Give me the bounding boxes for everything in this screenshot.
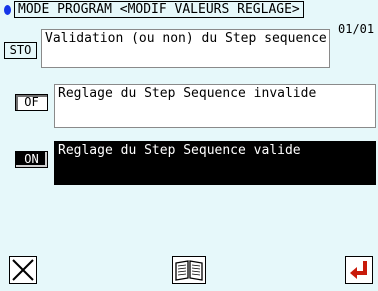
option-off-button[interactable]: OF — [15, 94, 48, 111]
question-text: Validation (ou non) du Step sequence — [41, 29, 330, 68]
screen-title: MODE PROGRAM <MODIF VALEURS REGLAGE> — [14, 1, 304, 18]
enter-arrow-icon — [350, 261, 367, 279]
book-icon — [175, 260, 203, 281]
option-on-button[interactable]: ON — [15, 151, 48, 168]
status-dot-icon — [4, 5, 11, 15]
option-off-description[interactable]: Reglage du Step Sequence invalide — [54, 84, 376, 128]
manual-button[interactable] — [172, 256, 206, 284]
close-icon — [12, 259, 34, 281]
question-tag: STO — [4, 42, 37, 59]
option-on-description[interactable]: Reglage du Step Sequence valide — [54, 141, 376, 185]
page-indicator: 01/01 — [338, 22, 375, 36]
title-bar: MODE PROGRAM <MODIF VALEURS REGLAGE> — [0, 0, 378, 20]
confirm-button[interactable] — [345, 256, 373, 284]
cancel-button[interactable] — [9, 256, 37, 284]
